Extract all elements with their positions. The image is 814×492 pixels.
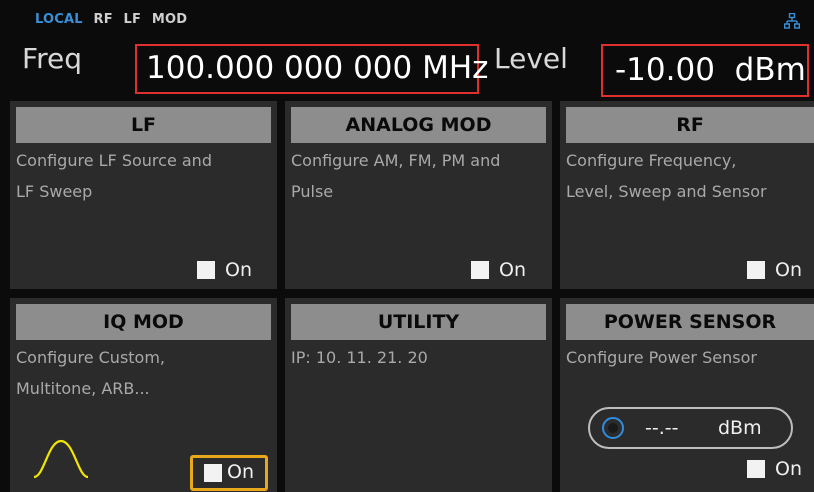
tile-rf-desc-line1: Configure Frequency, [566,151,737,170]
tile-lf-desc-line1: Configure LF Source and [16,151,212,170]
tile-utility-title[interactable]: UTILITY [291,304,546,340]
tile-analog-mod-on-toggle[interactable]: On [471,259,526,281]
tile-lf-on-toggle[interactable]: On [197,259,252,281]
on-label: On [775,458,802,480]
checkbox[interactable] [747,261,765,279]
tile-analog-mod-title[interactable]: ANALOG MOD [291,107,546,143]
tile-power-sensor-desc-line1: Configure Power Sensor [566,348,757,367]
tile-lf-desc-line2: LF Sweep [16,182,93,201]
tile-iq-mod-desc-line2: Multitone, ARB... [16,379,150,398]
sensor-unit: dBm [718,417,762,439]
tile-iq-mod-description: Configure Custom, Multitone, ARB... [16,342,165,404]
on-label: On [225,259,252,281]
tile-rf-desc-line2: Level, Sweep and Sensor [566,182,767,201]
tile-analog-mod-desc-line1: Configure AM, FM, PM and [291,151,501,170]
tile-iq-mod-on-toggle[interactable]: On [190,455,268,491]
on-label: On [499,259,526,281]
on-label: On [227,461,254,483]
tile-analog-mod-desc-line2: Pulse [291,182,334,201]
tile-lf[interactable]: LF Configure LF Source and LF Sweep On [10,101,277,289]
tile-analog-mod-description: Configure AM, FM, PM and Pulse [291,145,500,207]
status-local: LOCAL [35,12,83,27]
status-indicators: LOCAL RF LF MOD [35,12,193,27]
tile-rf-title[interactable]: RF [566,107,814,143]
sine-wave-icon [33,439,89,479]
tile-power-sensor[interactable]: POWER SENSOR Configure Power Sensor On [560,298,814,492]
tile-rf-on-toggle[interactable]: On [747,259,802,281]
status-mod: MOD [151,12,188,27]
on-label: On [775,259,802,281]
tile-utility-description: IP: 10. 11. 21. 20 [291,342,428,373]
checkbox[interactable] [747,460,765,478]
freq-value[interactable]: 100.000 000 000 MHz [146,50,488,86]
radio-button[interactable] [602,417,624,439]
network-icon[interactable] [784,13,800,29]
tile-lf-description: Configure LF Source and LF Sweep [16,145,212,207]
tile-analog-mod[interactable]: ANALOG MOD Configure AM, FM, PM and Puls… [285,101,552,289]
tile-iq-mod-desc-line1: Configure Custom, [16,348,166,367]
level-value[interactable]: -10.00 dBm [615,52,806,88]
tile-rf[interactable]: RF Configure Frequency, Level, Sweep and… [560,101,814,289]
checkbox[interactable] [471,261,489,279]
checkbox[interactable] [204,464,222,482]
tile-utility[interactable]: UTILITY IP: 10. 11. 21. 20 [285,298,552,492]
tile-rf-description: Configure Frequency, Level, Sweep and Se… [566,145,767,207]
power-sensor-reading[interactable]: --.-- dBm [588,407,793,449]
tile-power-sensor-description: Configure Power Sensor [566,342,757,373]
tile-power-sensor-title[interactable]: POWER SENSOR [566,304,814,340]
ip-address: IP: 10. 11. 21. 20 [291,348,428,367]
status-lf: LF [123,12,142,27]
tile-iq-mod-title[interactable]: IQ MOD [16,304,271,340]
level-label: Level [494,42,568,75]
tile-lf-title[interactable]: LF [16,107,271,143]
checkbox[interactable] [197,261,215,279]
freq-label: Freq [22,42,82,75]
status-rf: RF [93,12,113,27]
header-bar: LOCAL RF LF MOD Freq 100.000 000 000 MHz… [0,0,814,100]
sensor-value: --.-- [645,417,679,439]
tile-power-sensor-on-toggle[interactable]: On [747,458,802,480]
